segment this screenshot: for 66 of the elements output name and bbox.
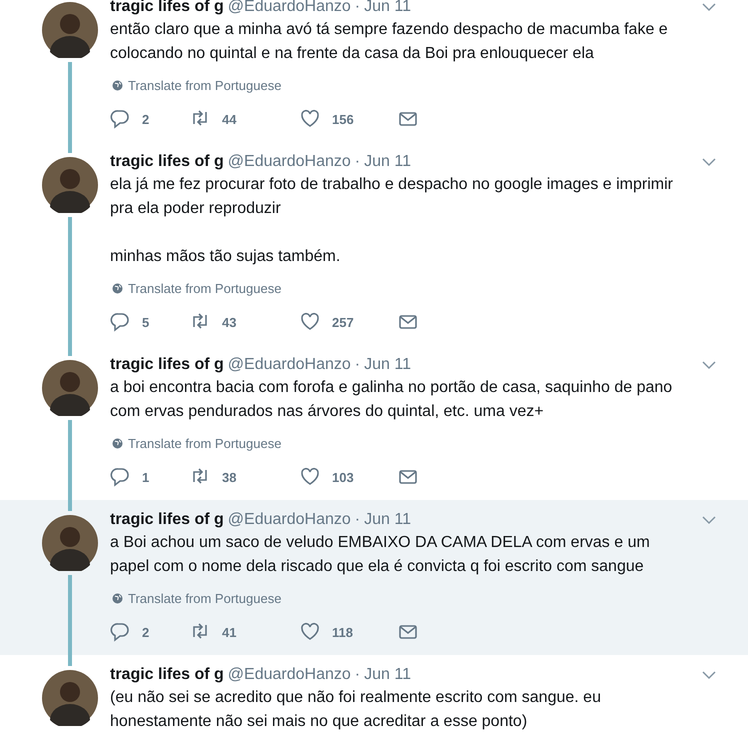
like-count: 118	[332, 624, 353, 640]
tweet-text: então claro que a minha avó tá sempre fazendo despacho de macumba fake e colocando no quintal e na frente da casa da Boi pra enlouquecer ela	[110, 20, 669, 64]
like-count: 103	[332, 470, 354, 484]
retweet-count: 44	[222, 112, 236, 126]
retweet-count: 43	[222, 314, 236, 330]
mail-icon[interactable]	[398, 312, 418, 332]
translate-link[interactable]: Translate from Portuguese	[128, 436, 282, 450]
tweet-date: Jun 11	[364, 153, 411, 171]
globe-icon	[112, 282, 123, 294]
chevron-icon[interactable]	[702, 670, 716, 680]
tweet-text: a boi encontra bacia com forofa e galinha no portão de casa, saquinho de pano com ervas pendurados nas árvores do quintal, etc. uma vez+	[110, 378, 674, 422]
user-handle: @EduardoHanzo	[228, 511, 351, 529]
tweet-text: ela já me fez procurar foto de trabalho e despacho no google images e imprimir pra ela poder reproduzir	[110, 175, 674, 219]
mail-icon[interactable]	[398, 467, 418, 487]
heart-icon[interactable]	[300, 312, 320, 332]
user-handle: @EduardoHanzo	[228, 666, 351, 684]
reply-count: 2	[142, 624, 150, 640]
translate-link[interactable]: Translate from Portuguese	[128, 78, 282, 92]
mail-icon[interactable]	[398, 622, 418, 642]
globe-icon	[112, 80, 123, 90]
user-name: tragic lifes of g	[110, 666, 224, 684]
globe-icon	[112, 438, 123, 448]
avatar	[42, 360, 98, 416]
tweet-date: Jun 11	[364, 511, 411, 529]
user-name: tragic lifes of g	[110, 153, 224, 171]
separator-dot: ·	[354, 356, 360, 374]
chevron-icon[interactable]	[702, 360, 716, 370]
user-handle: @EduardoHanzo	[228, 356, 351, 374]
chevron-icon[interactable]	[702, 157, 716, 167]
chevron-icon[interactable]	[702, 515, 716, 525]
reply-count: 5	[142, 314, 150, 330]
heart-icon[interactable]	[300, 622, 320, 642]
retweet-count: 41	[222, 624, 236, 640]
like-count: 156	[332, 112, 354, 126]
heart-icon[interactable]	[300, 109, 320, 129]
tweet-date: Jun 11	[364, 666, 411, 684]
separator-dot: ·	[354, 666, 360, 684]
reply-icon[interactable]	[110, 312, 130, 332]
avatar	[42, 2, 98, 58]
globe-icon	[112, 592, 123, 604]
separator-dot: ·	[354, 0, 360, 16]
tweet-text: (eu não sei se acredito que não foi realmente escrito com sangue. eu honestamente não sei mais no que acreditar a esse ponto)	[110, 688, 602, 732]
tweet-date: Jun 11	[364, 356, 411, 374]
like-count: 257	[332, 314, 354, 330]
translate-link[interactable]: Translate from Portuguese	[128, 590, 282, 606]
avatar	[42, 515, 98, 571]
reply-icon[interactable]	[110, 109, 130, 129]
retweet-count: 38	[222, 470, 236, 484]
reply-count: 1	[142, 470, 150, 484]
reply-icon[interactable]	[110, 622, 130, 642]
user-name: tragic lifes of g	[110, 356, 224, 374]
tweet-date: Jun 11	[364, 0, 411, 16]
chevron-icon[interactable]	[702, 2, 716, 12]
reply-icon[interactable]	[110, 467, 130, 487]
avatar	[42, 670, 98, 726]
separator-dot: ·	[354, 511, 360, 529]
mail-icon[interactable]	[398, 109, 418, 129]
tweet-text: minhas mãos tão sujas também.	[110, 247, 342, 267]
avatar	[42, 157, 98, 213]
reply-count: 2	[142, 112, 150, 126]
heart-icon[interactable]	[300, 467, 320, 487]
tweet-text: a Boi achou um saco de veludo EMBAIXO DA CAMA DELA com ervas e um papel com o nome dela riscado que ela é convicta q foi escrito com sangue	[110, 533, 651, 577]
translate-link[interactable]: Translate from Portuguese	[128, 280, 282, 296]
user-name: tragic lifes of g	[110, 511, 224, 529]
separator-dot: ·	[354, 153, 360, 171]
user-handle: @EduardoHanzo	[228, 153, 351, 171]
